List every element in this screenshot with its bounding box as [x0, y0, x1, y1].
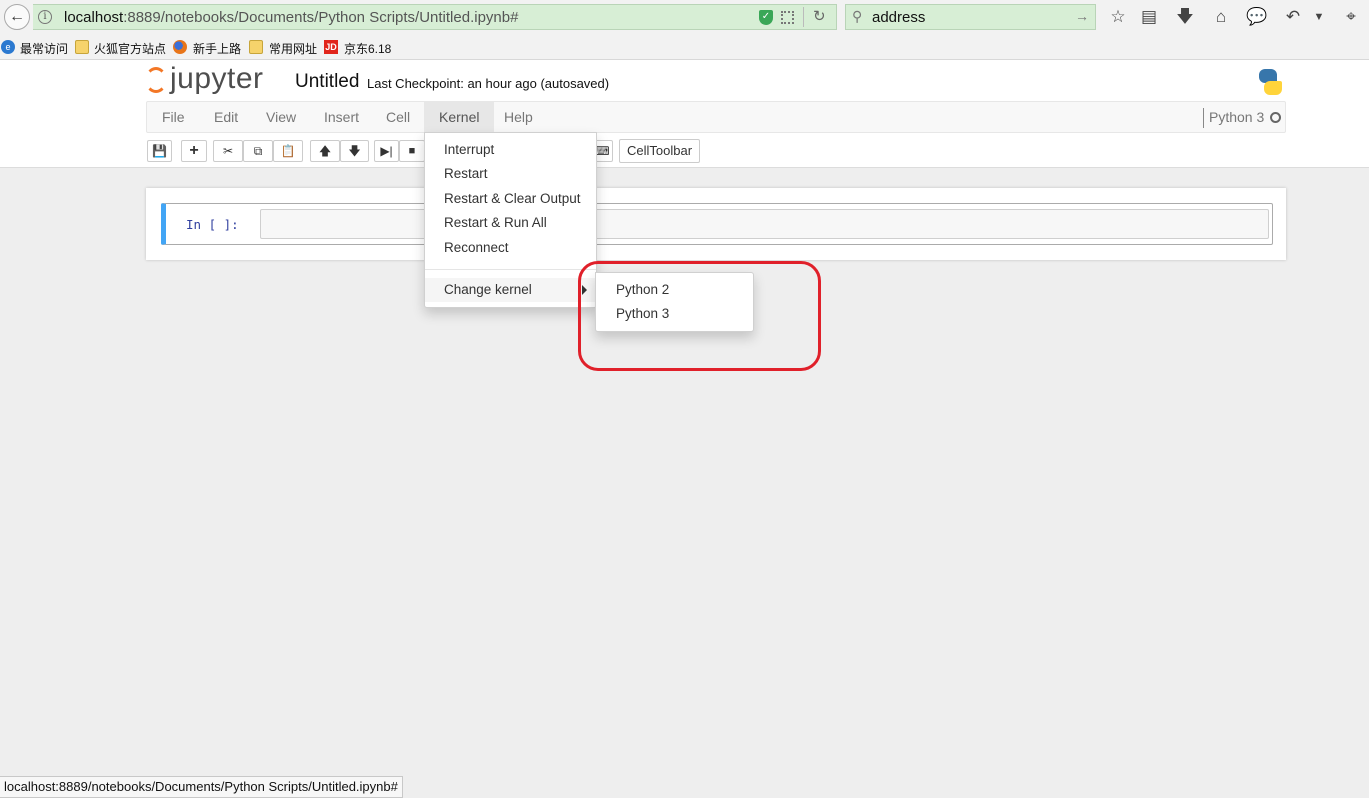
menu-cell[interactable]: Cell	[371, 102, 425, 132]
copy-icon[interactable]: ⧉	[243, 140, 273, 162]
cell-input-area[interactable]	[260, 209, 1269, 239]
stop-square-icon[interactable]: ■	[399, 140, 425, 162]
save-icon[interactable]: 💾	[147, 140, 172, 162]
menubar: File Edit View Insert Cell Kernel Help P…	[146, 101, 1286, 133]
change-kernel-label: Change kernel	[444, 282, 532, 297]
chat-bubble-icon[interactable]: 💬	[1246, 6, 1268, 28]
jupyter-logo-text[interactable]: jupyter	[170, 62, 264, 96]
url-bar[interactable]: i localhost:8889/notebooks/Documents/Pyt…	[33, 4, 837, 30]
run-step-icon[interactable]: ▶|	[374, 140, 399, 162]
kernel-idle-icon	[1270, 112, 1281, 123]
url-path: :8889/notebooks/Documents/Python Scripts…	[123, 9, 519, 26]
menu-item-change-kernel[interactable]: Change kernel	[425, 278, 596, 302]
bookmark-most-visited[interactable]: 最常访问	[20, 40, 68, 57]
folder-icon	[75, 40, 89, 54]
python-logo-icon	[1256, 68, 1284, 96]
jd-logo-icon: JD	[324, 40, 338, 54]
bookmark-common-sites[interactable]: 常用网址	[269, 40, 317, 57]
status-bar-url: localhost:8889/notebooks/Documents/Pytho…	[0, 776, 403, 798]
paste-icon[interactable]: 📋	[273, 140, 303, 162]
firefox-icon	[173, 40, 187, 54]
kernel-name[interactable]: Python 3	[1209, 102, 1264, 132]
menu-item-reconnect[interactable]: Reconnect	[425, 236, 596, 260]
site-info-icon[interactable]: i	[38, 10, 52, 24]
menu-help[interactable]: Help	[489, 102, 548, 132]
crop-icon[interactable]: ⌖	[1340, 6, 1362, 28]
bookmark-jd[interactable]: 京东6.18	[344, 40, 391, 57]
checkpoint-status: Last Checkpoint: an hour ago (autosaved)	[367, 76, 610, 91]
red-highlight-annotation	[578, 261, 821, 371]
menu-divider	[425, 269, 596, 270]
python-logo-bottom	[1264, 81, 1282, 95]
url-text[interactable]: localhost:8889/notebooks/Documents/Pytho…	[64, 9, 518, 26]
dropdown-chevron-icon[interactable]: ▼	[1308, 6, 1330, 28]
move-up-arrow-icon[interactable]: 🡅	[310, 140, 340, 162]
url-divider	[803, 7, 804, 27]
menu-insert[interactable]: Insert	[309, 102, 374, 132]
bookmarks-bar: e 最常访问 火狐官方站点 新手上路 常用网址 JD 京东6.18	[0, 36, 1369, 60]
insert-cell-plus-icon[interactable]: +	[181, 140, 207, 162]
download-arrow-icon[interactable]: 🡇	[1174, 6, 1196, 28]
kernel-dropdown-menu: Interrupt Restart Restart & Clear Output…	[424, 132, 597, 308]
menu-edit[interactable]: Edit	[199, 102, 253, 132]
menu-view[interactable]: View	[251, 102, 311, 132]
search-icon: ⚲	[852, 8, 863, 24]
jupyter-header: jupyter Untitled Last Checkpoint: an hou…	[0, 60, 1369, 168]
shield-icon[interactable]: ✓	[759, 10, 773, 25]
notebook-container: In [ ]:	[146, 188, 1286, 260]
menu-item-interrupt[interactable]: Interrupt	[425, 138, 596, 162]
home-icon[interactable]: ⌂	[1210, 6, 1232, 28]
bookmark-getting-started[interactable]: 新手上路	[193, 40, 241, 57]
celltoolbar-button[interactable]: CellToolbar	[619, 139, 701, 163]
qr-code-icon[interactable]	[781, 11, 794, 24]
menu-item-restart-clear-output[interactable]: Restart & Clear Output	[425, 187, 596, 211]
search-box[interactable]: ⚲ address →	[845, 4, 1096, 30]
kernel-indicator-divider	[1203, 108, 1204, 128]
url-host: localhost	[64, 9, 124, 26]
menu-file[interactable]: File	[147, 102, 200, 132]
reload-icon[interactable]: ↻	[813, 7, 826, 25]
menu-kernel[interactable]: Kernel	[424, 102, 495, 132]
menu-item-restart-run-all[interactable]: Restart & Run All	[425, 211, 596, 235]
browser-icon: e	[1, 40, 15, 54]
browser-toolbar: ← i localhost:8889/notebooks/Documents/P…	[0, 0, 1369, 36]
notebook-title[interactable]: Untitled	[295, 71, 359, 93]
search-go-arrow-icon[interactable]: →	[1075, 8, 1089, 24]
bookmark-firefox-official[interactable]: 火狐官方站点	[94, 40, 166, 57]
back-arrow-icon[interactable]: ←	[4, 4, 30, 30]
search-input[interactable]: address	[872, 9, 925, 26]
star-bookmark-icon[interactable]: ☆	[1107, 6, 1129, 28]
menu-item-restart[interactable]: Restart	[425, 162, 596, 186]
jupyter-logo-icon[interactable]	[145, 67, 167, 93]
reading-list-icon[interactable]: ▤	[1138, 6, 1160, 28]
folder-icon	[249, 40, 263, 54]
code-cell[interactable]: In [ ]:	[161, 203, 1273, 245]
undo-arrow-icon[interactable]: ↶	[1282, 6, 1304, 28]
move-down-arrow-icon[interactable]: 🡇	[340, 140, 369, 162]
input-prompt: In [ ]:	[186, 217, 239, 232]
cut-scissors-icon[interactable]: ✂	[213, 140, 243, 162]
